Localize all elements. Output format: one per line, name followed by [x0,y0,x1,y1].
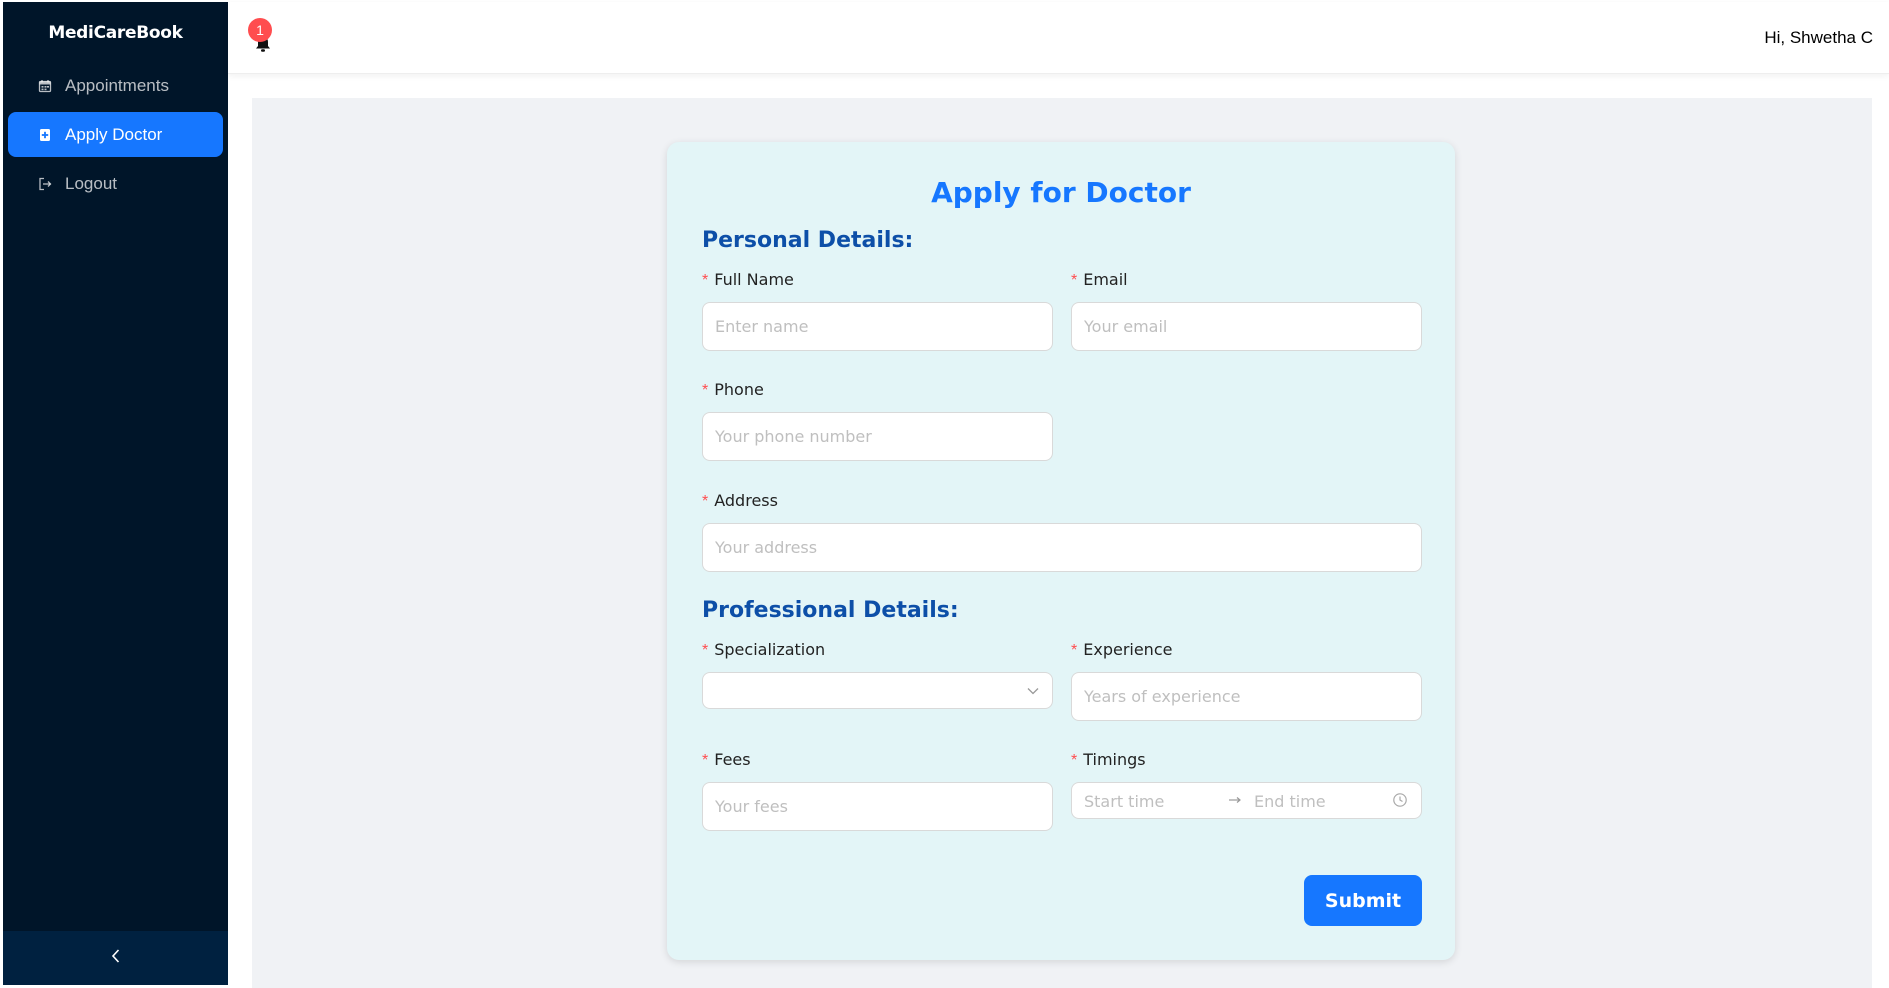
submit-button[interactable]: Submit [1304,875,1422,926]
form-title: Apply for Doctor [931,176,1191,209]
clock-icon [1392,792,1408,812]
email-placeholder: Your email [1084,317,1168,336]
phone-label: * Phone [702,380,764,400]
brand-logo-text: MediCareBook [48,22,183,43]
experience-label: * Experience [1071,640,1172,660]
calendar-icon [38,79,52,93]
personal-details-heading: Personal Details: [702,228,914,253]
logout-icon [38,177,52,191]
address-placeholder: Your address [715,538,818,557]
specialization-label: * Specialization [702,640,825,660]
address-input[interactable]: Your address [702,523,1422,572]
start-time-input[interactable]: Start time [1084,792,1164,811]
required-mark: * [1071,752,1078,769]
email-label-text: Email [1083,270,1128,289]
sidebar-item-logout[interactable]: Logout [8,161,223,206]
sidebar-item-apply-doctor[interactable]: Apply Doctor [8,112,223,157]
required-mark: * [1071,642,1078,659]
fees-placeholder: Your fees [715,797,788,816]
apply-doctor-form-card: Apply for Doctor Personal Details: * Full… [667,142,1455,960]
timings-label-text: Timings [1083,750,1146,769]
timings-range-picker: Start time End time [1071,782,1422,819]
fees-label: * Fees [702,750,751,770]
address-label: * Address [702,491,778,511]
phone-label-text: Phone [714,380,764,399]
medical-plus-icon [38,128,52,142]
required-mark: * [1071,272,1078,289]
email-label: * Email [1071,270,1128,290]
email-input[interactable]: Your email [1071,302,1422,351]
experience-placeholder: Years of experience [1084,687,1241,706]
end-time-input[interactable]: End time [1254,792,1326,811]
specialization-label-text: Specialization [714,640,826,659]
full-name-placeholder: Enter name [715,317,809,336]
app-root: MediCareBook Appointments Apply Doctor L… [0,0,1889,988]
sidebar-item-label: Appointments [65,75,169,95]
sidebar-item-label: Apply Doctor [65,124,163,144]
specialization-select[interactable] [702,672,1053,709]
sidebar-menu: Appointments Apply Doctor Logout [3,63,228,206]
chevron-down-icon [1026,684,1040,703]
address-label-text: Address [714,491,778,510]
experience-label-text: Experience [1083,640,1173,659]
full-name-label-text: Full Name [714,270,794,289]
main-content: Apply for Doctor Personal Details: * Full… [252,98,1872,988]
full-name-input[interactable]: Enter name [702,302,1053,351]
required-mark: * [702,642,709,659]
sidebar-item-appointments[interactable]: Appointments [8,63,223,108]
professional-details-heading: Professional Details: [702,598,959,623]
arrow-right-icon [1227,792,1243,812]
timings-label: * Timings [1071,750,1146,770]
notification-count-badge: 1 [248,18,272,42]
phone-placeholder: Your phone number [715,427,872,446]
notification-button[interactable]: 1 [248,18,278,54]
sidebar-collapse-button[interactable] [3,931,228,985]
experience-input[interactable]: Years of experience [1071,672,1422,721]
required-mark: * [702,272,709,289]
fees-label-text: Fees [714,750,751,769]
sidebar: MediCareBook Appointments Apply Doctor L… [3,2,228,985]
fees-input[interactable]: Your fees [702,782,1053,831]
top-header: 1 Hi, Shwetha C [228,2,1889,74]
sidebar-item-label: Logout [65,173,117,193]
user-greeting: Hi, Shwetha C [1764,28,1873,47]
required-mark: * [702,382,709,399]
required-mark: * [702,493,709,510]
required-mark: * [702,752,709,769]
chevron-left-icon [110,948,122,969]
full-name-label: * Full Name [702,270,794,290]
phone-input[interactable]: Your phone number [702,412,1053,461]
